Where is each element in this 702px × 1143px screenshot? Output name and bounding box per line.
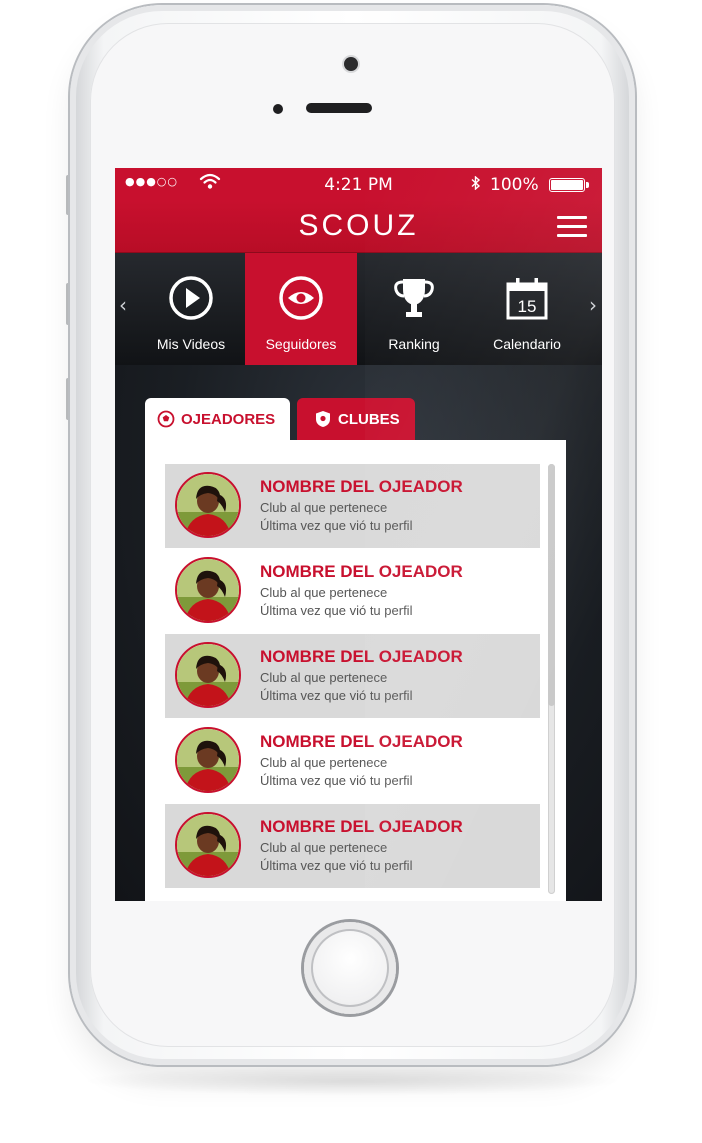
scout-last-seen: Última vez que vió tu perfil bbox=[260, 603, 413, 618]
scout-club: Club al que pertenece bbox=[260, 670, 388, 685]
list-item[interactable]: NOMBRE DEL OJEADOR Club al que pertenece… bbox=[165, 719, 540, 803]
shield-icon bbox=[316, 411, 330, 427]
scout-club: Club al que pertenece bbox=[260, 840, 388, 855]
scout-name: NOMBRE DEL OJEADOR bbox=[260, 817, 463, 836]
battery-percentage: 100% bbox=[490, 175, 539, 195]
nav-label: Calendario bbox=[493, 336, 561, 352]
earpiece-speaker bbox=[306, 103, 372, 113]
scout-name: NOMBRE DEL OJEADOR bbox=[260, 562, 463, 581]
calendar-icon: 15 bbox=[506, 278, 548, 320]
scout-last-seen: Última vez que vió tu perfil bbox=[260, 858, 413, 873]
tab-label: OJEADORES bbox=[181, 411, 276, 428]
nav-label: Seguidores bbox=[265, 336, 337, 352]
battery-icon bbox=[549, 178, 589, 192]
scout-name: NOMBRE DEL OJEADOR bbox=[260, 647, 463, 666]
nav-item-mis-videos[interactable]: Mis Videos bbox=[135, 253, 247, 365]
scouts-list-panel: NOMBRE DEL OJEADOR Club al que pertenece… bbox=[145, 440, 566, 901]
list-item[interactable]: NOMBRE DEL OJEADOR Club al que pertenece… bbox=[165, 464, 540, 548]
nav-item-ranking[interactable]: Ranking bbox=[358, 253, 470, 365]
front-camera bbox=[344, 57, 358, 71]
nav-label: Mis Videos bbox=[156, 336, 226, 352]
play-icon bbox=[169, 276, 213, 320]
tab-clubes[interactable]: CLUBES bbox=[297, 398, 415, 440]
list-item[interactable]: NOMBRE DEL OJEADOR Club al que pertenece… bbox=[165, 549, 540, 633]
bluetooth-icon bbox=[471, 175, 481, 194]
scout-last-seen: Última vez que vió tu perfil bbox=[260, 688, 413, 703]
nav-prev-arrow[interactable]: ‹ bbox=[119, 293, 127, 317]
list-scrollbar[interactable] bbox=[548, 464, 555, 894]
soccer-ball-icon bbox=[157, 410, 175, 428]
scout-name: NOMBRE DEL OJEADOR bbox=[260, 732, 463, 751]
scout-club: Club al que pertenece bbox=[260, 500, 388, 515]
calendar-day: 15 bbox=[518, 297, 537, 316]
list-item[interactable]: NOMBRE DEL OJEADOR Club al que pertenece… bbox=[165, 804, 540, 888]
scout-club: Club al que pertenece bbox=[260, 755, 388, 770]
scout-name: NOMBRE DEL OJEADOR bbox=[260, 477, 463, 496]
avatar bbox=[175, 557, 241, 623]
avatar bbox=[175, 642, 241, 708]
nav-next-arrow[interactable]: › bbox=[589, 293, 597, 317]
hamburger-menu-icon[interactable] bbox=[557, 216, 587, 238]
scout-last-seen: Última vez que vió tu perfil bbox=[260, 518, 413, 533]
scout-last-seen: Última vez que vió tu perfil bbox=[260, 773, 413, 788]
avatar bbox=[175, 472, 241, 538]
eye-icon bbox=[279, 276, 323, 320]
list-item[interactable]: NOMBRE DEL OJEADOR Club al que pertenece… bbox=[165, 634, 540, 718]
phone-shadow bbox=[80, 1066, 625, 1096]
avatar bbox=[175, 727, 241, 793]
trophy-icon bbox=[394, 279, 434, 317]
proximity-sensor bbox=[273, 104, 283, 114]
nav-item-calendario[interactable]: 15 Calendario bbox=[471, 253, 583, 365]
nav-item-seguidores[interactable]: Seguidores bbox=[245, 253, 357, 365]
scout-club: Club al que pertenece bbox=[260, 585, 388, 600]
tab-label: CLUBES bbox=[338, 411, 400, 428]
tab-ojeadores[interactable]: OJEADORES bbox=[145, 398, 290, 442]
section-nav: ‹ › Mis Videos Seguidores Ranking 15 Cal… bbox=[115, 253, 602, 365]
home-button[interactable] bbox=[304, 922, 396, 1014]
scrollbar-thumb[interactable] bbox=[548, 464, 555, 706]
status-bar: ●●●○○ 4:21 PM 100% bbox=[115, 168, 602, 200]
avatar bbox=[175, 812, 241, 878]
app-logo: SCOUZ bbox=[298, 209, 419, 242]
app-header: SCOUZ bbox=[115, 200, 602, 253]
nav-label: Ranking bbox=[388, 336, 440, 352]
phone-screen: ●●●○○ 4:21 PM 100% SCOUZ ‹ › Mis Videos … bbox=[115, 168, 602, 901]
